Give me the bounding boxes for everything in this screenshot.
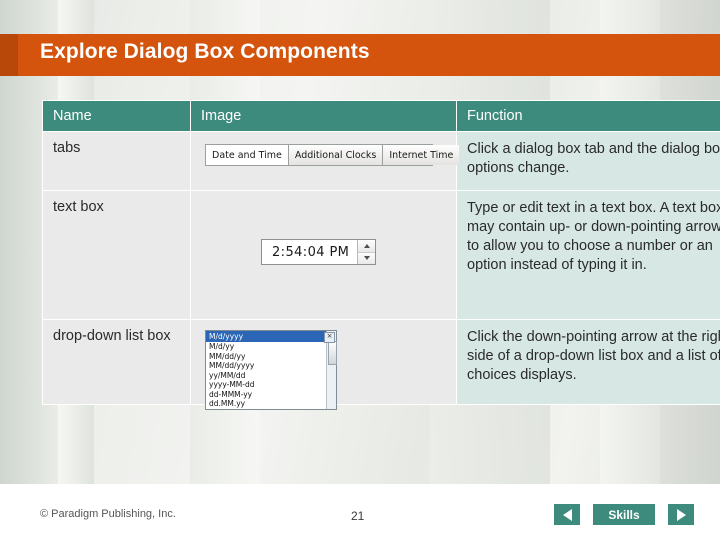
previous-arrow-icon[interactable] xyxy=(554,504,580,525)
dialog-tabs-illustration: Date and Time Additional Clocks Internet… xyxy=(205,144,460,166)
triangle-right-glyph xyxy=(676,508,686,521)
triangle-left-glyph xyxy=(562,508,572,521)
navigation-controls: Skills xyxy=(554,504,694,525)
time-spinner-illustration: 2:54:04 PM xyxy=(261,239,377,265)
next-arrow-icon[interactable] xyxy=(668,504,694,525)
copyright-text: © Paradigm Publishing, Inc. xyxy=(40,508,176,520)
cell-function-tabs: Click a dialog box tab and the dialog bo… xyxy=(456,131,720,191)
time-spinner-value: 2:54:04 PM xyxy=(272,244,350,260)
text-box-illustration: 2:54:04 PM xyxy=(199,197,448,313)
cell-image-drop-down-list-box: M/d/yyyy M/d/yy MM/dd/yy MM/dd/yyyy yy/M… xyxy=(190,319,457,410)
table-body: tabs Date and Time Additional Clocks Int… xyxy=(42,131,720,410)
slide: Explore Dialog Box Components Name Image… xyxy=(0,0,720,540)
cell-function-text-box: Type or edit text in a text box. A text … xyxy=(456,190,720,320)
arrow-up-glyph xyxy=(363,243,370,248)
close-icon: × xyxy=(324,332,335,343)
title-banner-accent xyxy=(0,34,18,76)
table-header-row: Name Image Function xyxy=(42,100,720,132)
table-header: Name Image Function xyxy=(42,100,720,132)
page-title: Explore Dialog Box Components xyxy=(40,40,370,63)
drop-down-option: yy/MM/dd xyxy=(206,370,336,380)
table-row: text box 2:54:04 PM Type or edit text in… xyxy=(42,190,720,320)
drop-down-selected-label: M/d/yyyy xyxy=(209,332,244,341)
tab-internet-time: Internet Time xyxy=(383,145,460,165)
skills-button[interactable]: Skills xyxy=(593,504,655,525)
cell-image-tabs: Date and Time Additional Clocks Internet… xyxy=(190,131,460,191)
cell-name-tabs: tabs xyxy=(42,131,191,191)
arrow-down-glyph xyxy=(363,256,370,261)
drop-down-scrollbar-thumb xyxy=(328,341,337,365)
drop-down-option: MM/dd/yyyy xyxy=(206,361,336,371)
cell-name-text-box: text box xyxy=(42,190,191,320)
drop-down-option: yyyy-MM-dd xyxy=(206,380,336,390)
components-table: Name Image Function tabs Date and Time A… xyxy=(42,100,720,410)
drop-down-option: dd-MMM-yy xyxy=(206,389,336,399)
drop-down-option: MM/dd/yy xyxy=(206,351,336,361)
drop-down-option: dd.MM.yy xyxy=(206,399,336,409)
cell-name-drop-down-list-box: drop-down list box xyxy=(42,319,191,405)
drop-down-selected-value: M/d/yyyy xyxy=(206,331,336,342)
spinner-down-icon xyxy=(358,252,376,264)
drop-down-list-illustration: M/d/yyyy M/d/yy MM/dd/yy MM/dd/yyyy yy/M… xyxy=(205,330,337,410)
cell-function-drop-down-list-box: Click the down-pointing arrow at the rig… xyxy=(456,319,720,405)
table-row: drop-down list box M/d/yyyy M/d/yy MM/dd… xyxy=(42,319,720,410)
tab-additional-clocks: Additional Clocks xyxy=(288,145,384,165)
table-row: tabs Date and Time Additional Clocks Int… xyxy=(42,131,720,191)
tab-date-and-time: Date and Time xyxy=(206,145,289,165)
column-header-function: Function xyxy=(456,100,720,132)
spinner-buttons xyxy=(357,240,376,264)
drop-down-option: M/d/yy xyxy=(206,342,336,352)
cell-image-text-box: 2:54:04 PM xyxy=(190,190,457,320)
spinner-up-icon xyxy=(358,240,376,253)
drop-down-illustration: M/d/yyyy M/d/yy MM/dd/yy MM/dd/yyyy yy/M… xyxy=(199,326,448,410)
page-number: 21 xyxy=(351,509,365,523)
column-header-name: Name xyxy=(42,100,191,132)
column-header-image: Image xyxy=(190,100,457,132)
